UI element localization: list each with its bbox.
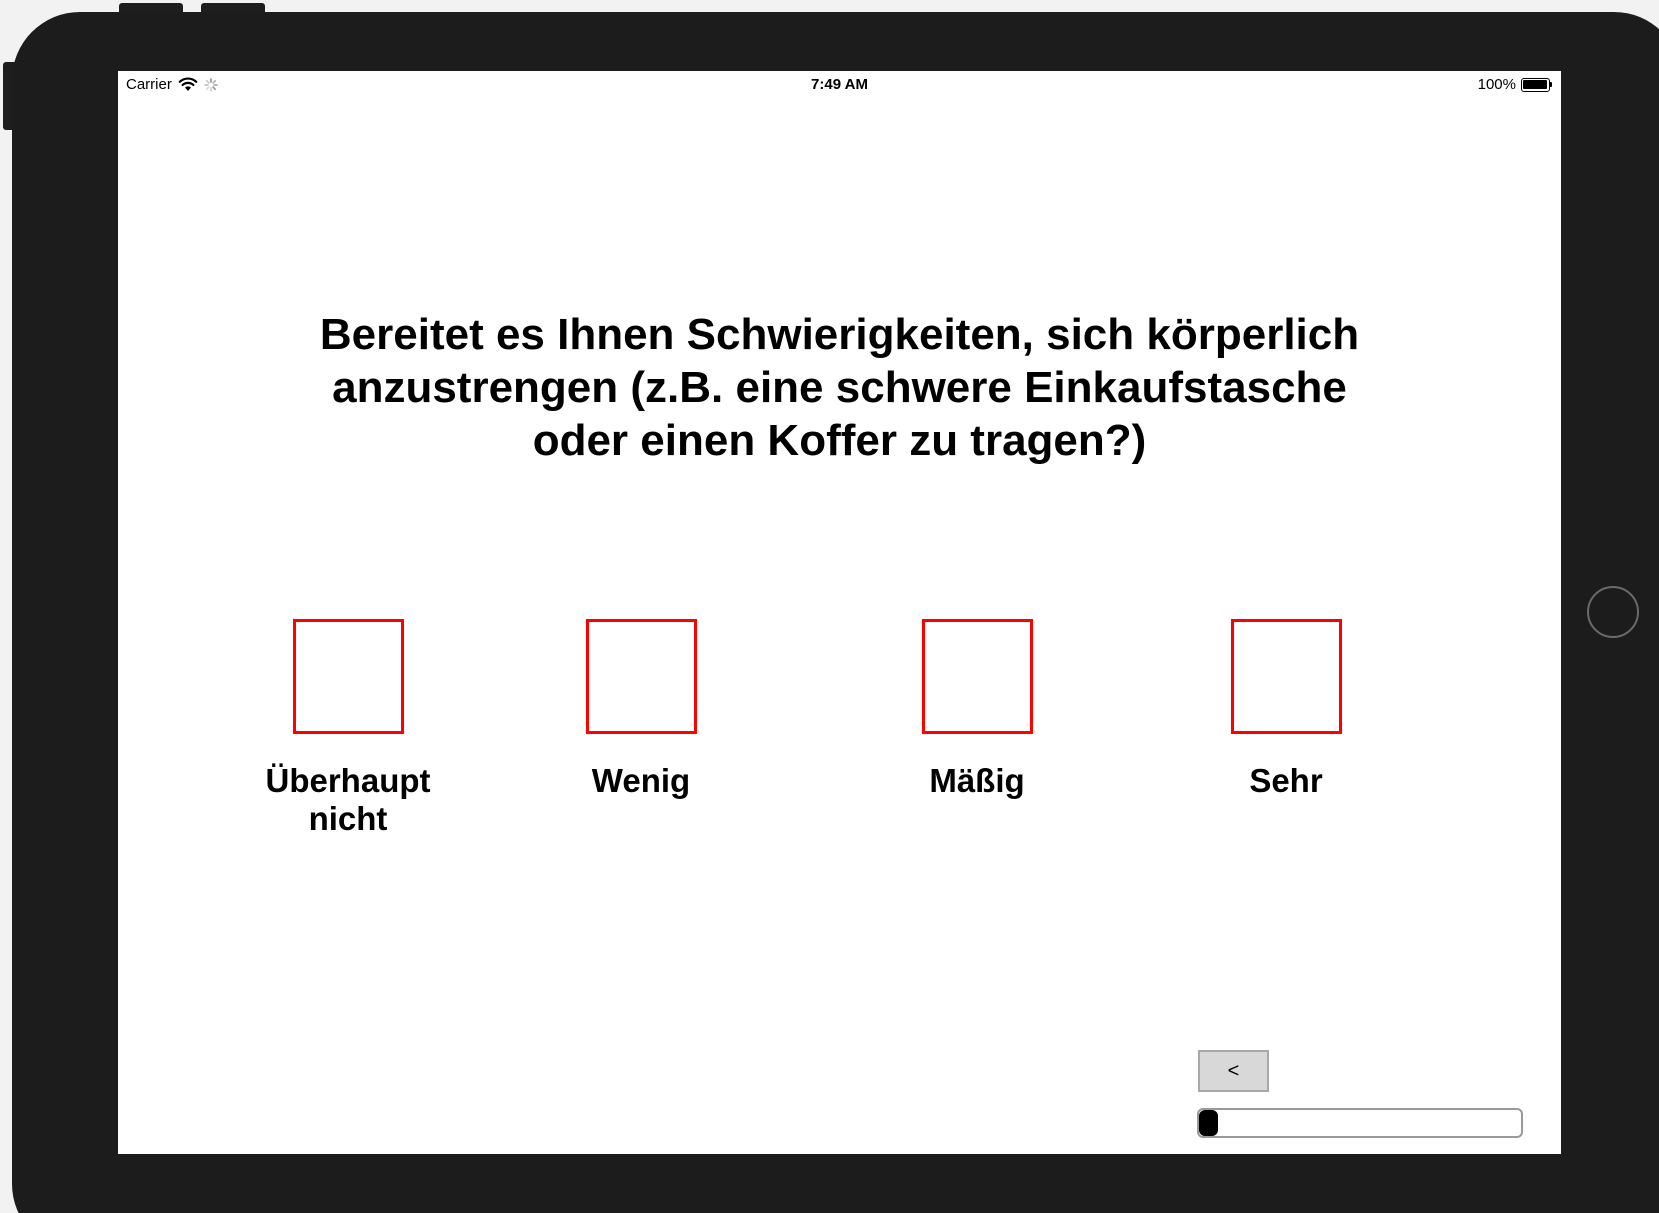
back-button[interactable]: < [1198,1050,1269,1092]
question-line-2: anzustrengen (z.B. eine schwere Einkaufs… [332,363,1347,412]
option-label-line-2: nicht [308,800,388,837]
option-sehr[interactable]: Sehr [1166,619,1406,800]
option-label: Überhaupt nicht [228,762,468,838]
screen: Carrier 7:49 AM 100% Bereitet es Ihnen S… [118,71,1561,1154]
question-line-3: oder einen Koffer zu tragen?) [532,416,1147,465]
battery-icon [1521,77,1553,92]
status-time: 7:49 AM [811,76,868,93]
question-line-1: Bereitet es Ihnen Schwierigkeiten, sich … [319,310,1360,359]
question-text: Bereitet es Ihnen Schwierigkeiten, sich … [118,308,1561,467]
simulator-scene: Carrier 7:49 AM 100% Bereitet es Ihnen S… [0,0,1659,1213]
option-label: Sehr [1249,762,1323,799]
option-checkbox[interactable] [585,619,697,734]
option-label: Mäßig [929,762,1025,799]
option-maessig[interactable]: Mäßig [857,619,1097,800]
status-bar: Carrier 7:49 AM 100% [118,71,1561,99]
option-label-line-1: Überhaupt [265,762,431,799]
home-button[interactable] [1587,586,1639,638]
progress-fill [1199,1110,1219,1136]
option-checkbox[interactable] [1230,619,1342,734]
option-ueberhaupt-nicht[interactable]: Überhaupt nicht [228,619,468,838]
progress-bar [1197,1108,1523,1138]
battery-percent: 100% [1477,76,1516,93]
option-label: Wenig [591,762,691,799]
status-right: 100% [1478,76,1553,93]
option-wenig[interactable]: Wenig [521,619,761,800]
option-checkbox[interactable] [292,619,404,734]
option-checkbox[interactable] [921,619,1033,734]
